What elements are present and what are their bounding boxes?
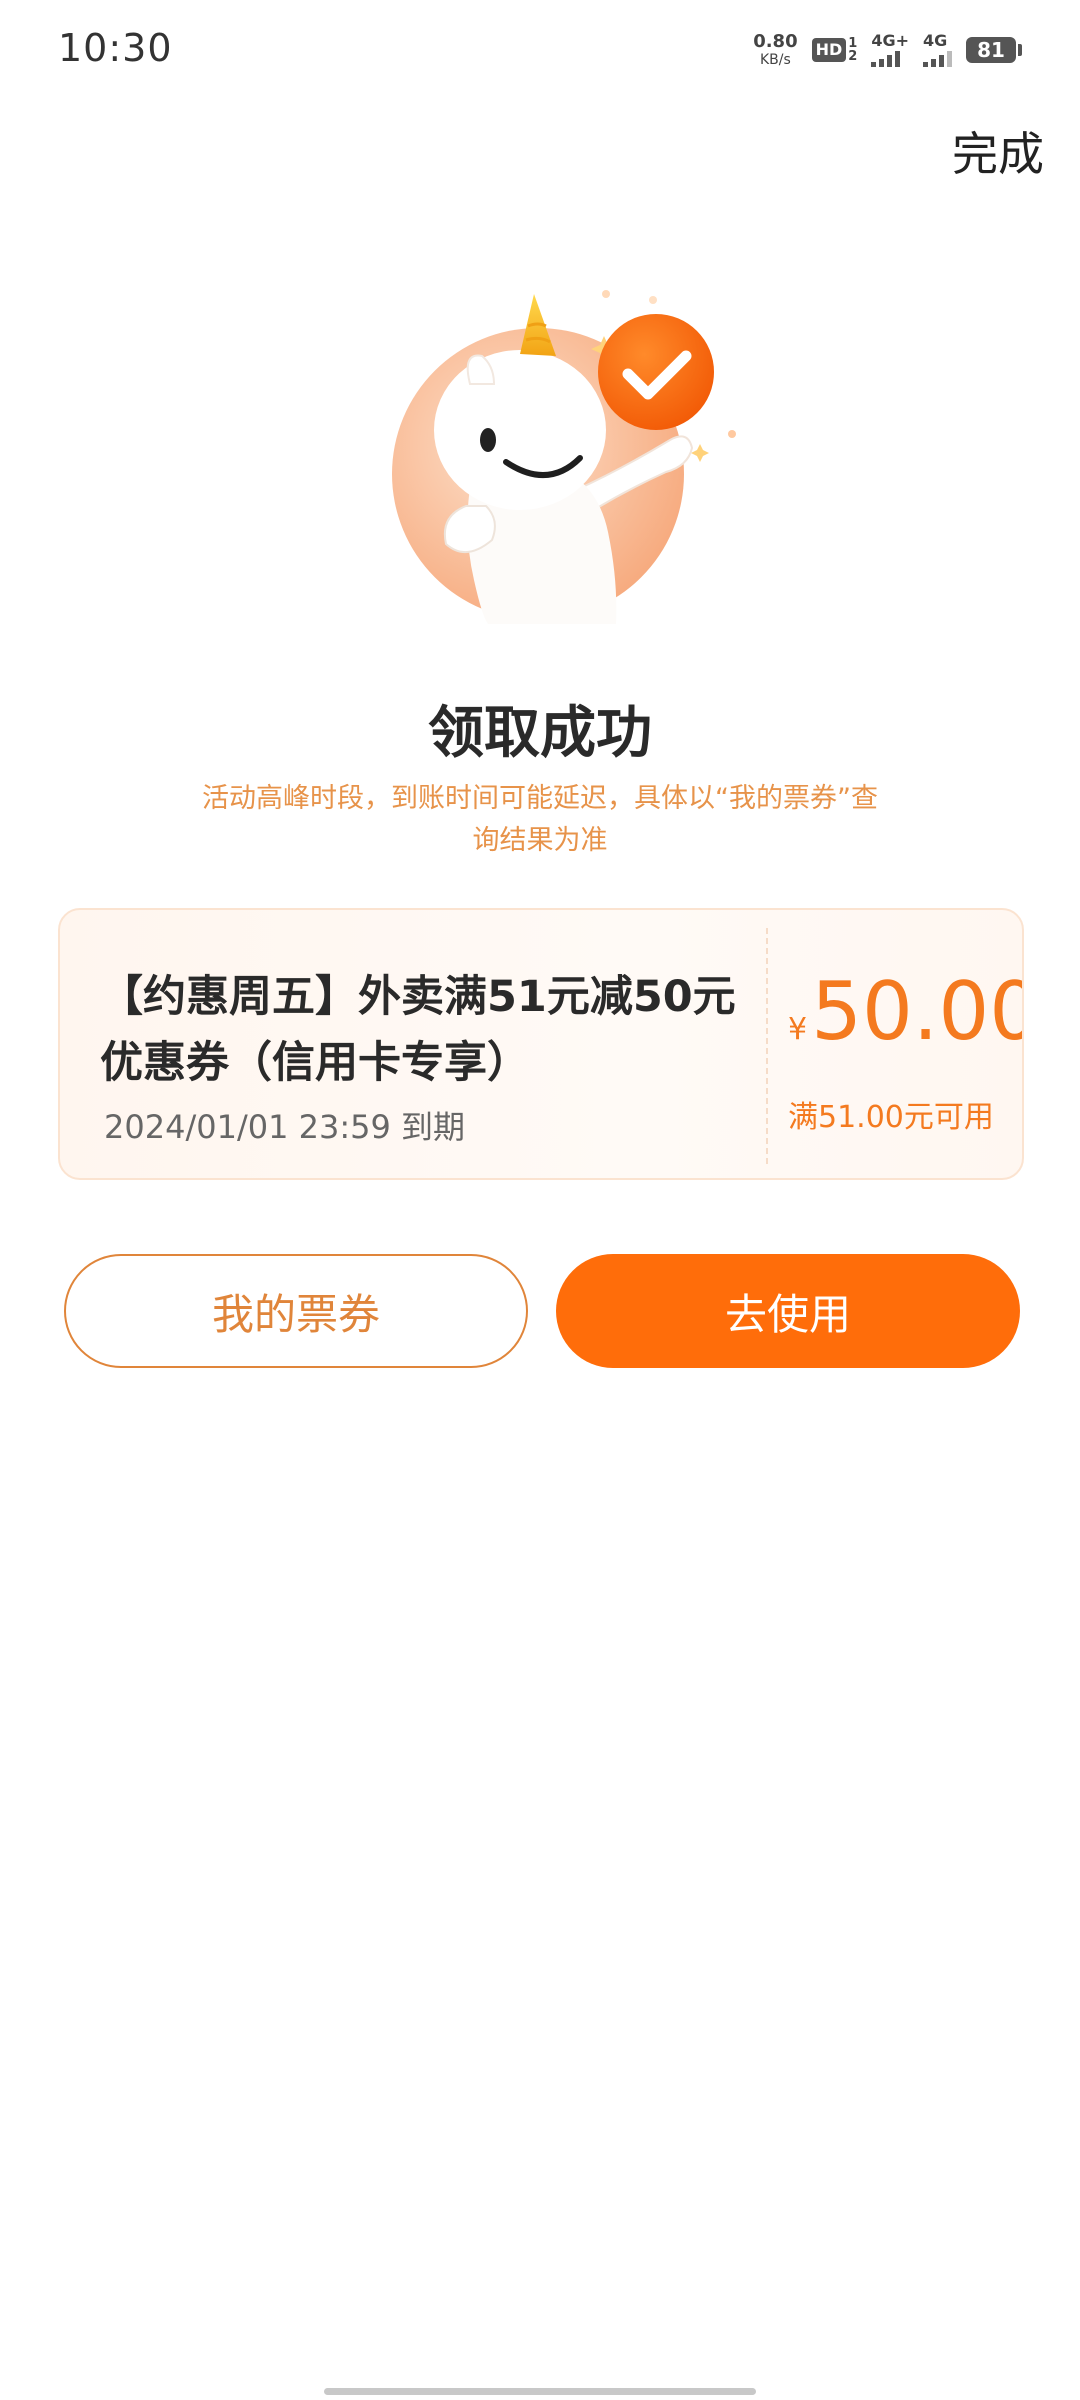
sim-numbers: 1 2 bbox=[848, 37, 857, 63]
coupon-expiry: 2024/01/01 23:59 到期 bbox=[104, 1108, 466, 1146]
battery-icon: 81 bbox=[966, 37, 1022, 63]
signal-2-bars bbox=[923, 51, 952, 67]
hd-label: HD bbox=[811, 38, 847, 62]
coupon-amount: ¥ 50.00 bbox=[788, 972, 1022, 1052]
coupon-name: 【约惠周五】外卖满51元减50元优惠券（信用卡专享） bbox=[100, 972, 736, 1088]
currency-symbol: ¥ bbox=[788, 1012, 808, 1047]
network-speed-unit: KB/s bbox=[760, 52, 791, 68]
signal-1-icon: 4G+ bbox=[871, 33, 909, 67]
coupon-amount-value: 50.00 bbox=[811, 965, 1024, 1058]
hd-volte-icon: HD 1 2 bbox=[811, 37, 857, 63]
coupon-card: 【约惠周五】外卖满51元减50元优惠券（信用卡专享） 2024/01/01 23… bbox=[58, 908, 1024, 1180]
signal-1-type: 4G+ bbox=[871, 31, 909, 50]
my-coupons-button[interactable]: 我的票券 bbox=[64, 1254, 528, 1368]
sim2-label: 2 bbox=[848, 49, 858, 64]
signal-1-bars bbox=[871, 51, 901, 67]
network-speed: 0.80 KB/s bbox=[753, 31, 798, 68]
status-icons: 0.80 KB/s HD 1 2 4G+ 4G 81 bbox=[753, 28, 1022, 72]
page-title: 领取成功 bbox=[428, 701, 652, 766]
coupon-condition: 满51.00元可用 bbox=[788, 1100, 994, 1135]
battery-level: 81 bbox=[966, 37, 1016, 63]
done-button[interactable]: 完成 bbox=[952, 118, 1044, 184]
home-indicator[interactable] bbox=[324, 2388, 756, 2395]
use-now-button[interactable]: 去使用 bbox=[556, 1254, 1020, 1368]
signal-2-icon: 4G bbox=[923, 33, 952, 67]
network-speed-value: 0.80 bbox=[753, 31, 798, 52]
coupon-divider bbox=[766, 928, 768, 1164]
status-bar: 10:30 0.80 KB/s HD 1 2 4G+ 4G 81 bbox=[0, 0, 1080, 100]
success-illustration bbox=[370, 280, 750, 640]
delay-notice: 活动高峰时段，到账时间可能延迟，具体以“我的票券”查询结果为准 bbox=[202, 783, 878, 856]
status-time: 10:30 bbox=[58, 26, 173, 70]
mascot-illustration bbox=[392, 290, 736, 624]
signal-2-type: 4G bbox=[923, 31, 948, 50]
